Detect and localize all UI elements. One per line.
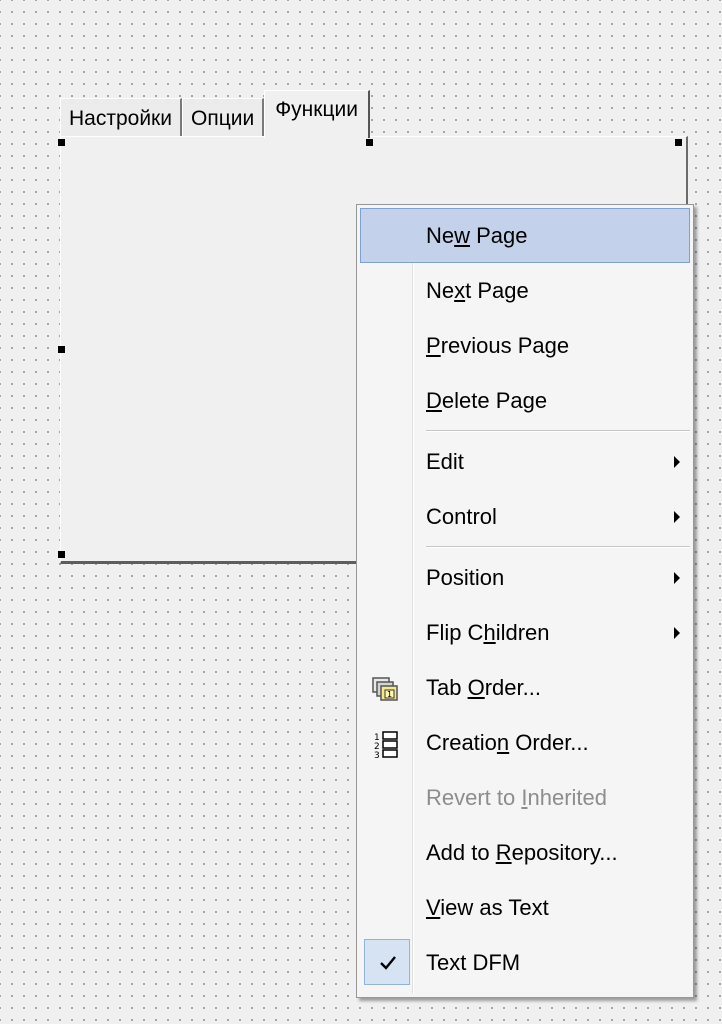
menu-item-label: Creatio [426, 730, 497, 755]
tab-strip: Настройки Опции Функции [60, 88, 370, 138]
menu-item-control[interactable]: Control [360, 489, 690, 544]
menu-item-label: iew as Text [440, 895, 549, 920]
submenu-arrow-icon [674, 571, 680, 584]
menu-item-label: Revert to [426, 785, 522, 810]
tab-nastroiki[interactable]: Настройки [60, 98, 182, 138]
selection-handle-bottom-left[interactable] [58, 551, 65, 558]
menu-item-accelerator: x [454, 278, 466, 303]
menu-item-next-page[interactable]: Next Page [360, 263, 690, 318]
menu-item-label: Position [426, 565, 505, 590]
menu-item-label: ildren [495, 620, 550, 645]
selection-handle-top-left[interactable] [58, 139, 65, 146]
menu-item-view-as-text[interactable]: View as Text [360, 880, 690, 935]
selection-handle-top-center[interactable] [366, 139, 373, 146]
menu-item-label: rder... [484, 675, 541, 700]
menu-item-delete-page[interactable]: Delete Page [360, 373, 690, 428]
menu-item-label: Order... [509, 730, 589, 755]
menu-item-accelerator: O [467, 675, 485, 700]
menu-item-previous-page[interactable]: Previous Page [360, 318, 690, 373]
menu-item-accelerator: R [495, 840, 512, 865]
menu-item-accelerator: V [426, 895, 441, 920]
menu-item-label: revious Page [440, 333, 570, 358]
menu-item-accelerator: D [426, 388, 442, 413]
menu-item-label: Page [470, 223, 528, 248]
submenu-arrow-icon [674, 510, 680, 523]
menu-item-position[interactable]: Position [360, 550, 690, 605]
menu-item-edit[interactable]: Edit [360, 434, 690, 489]
menu-item-accelerator: h [483, 620, 496, 645]
menu-item-label: elete Page [441, 388, 548, 413]
menu-item-label: Flip C [426, 620, 484, 645]
context-menu: New Page Next Page Previous Page Delete … [356, 204, 694, 998]
menu-item-label: t Page [465, 278, 529, 303]
menu-item-creation-order[interactable]: 1 2 3 Creation Order... [360, 715, 690, 770]
selection-handle-top-right[interactable] [675, 139, 682, 146]
submenu-arrow-icon [674, 455, 680, 468]
menu-item-flip-children[interactable]: Flip Children [360, 605, 690, 660]
menu-item-revert-to-inherited[interactable]: Revert to Inherited [360, 770, 690, 825]
menu-item-accelerator: n [496, 730, 510, 755]
checkmark-icon [364, 939, 410, 985]
menu-item-text-dfm[interactable]: Text DFM [360, 935, 690, 990]
tab-order-icon: 1 [370, 671, 402, 703]
menu-item-accelerator: w [454, 223, 471, 248]
menu-item-label: Add to [426, 840, 496, 865]
menu-item-new-page[interactable]: New Page [360, 208, 690, 263]
menu-item-label: Ne [426, 223, 455, 248]
menu-item-label: Control [426, 504, 497, 529]
menu-item-label: epository... [511, 840, 618, 865]
menu-item-label: Tab [426, 675, 468, 700]
menu-item-tab-order[interactable]: 1 Tab Order... [360, 660, 690, 715]
svg-text:3: 3 [374, 751, 380, 761]
tab-funktsii[interactable]: Функции [264, 90, 370, 138]
menu-item-label: Ne [426, 278, 455, 303]
menu-item-label: nherited [527, 785, 608, 810]
svg-text:1: 1 [387, 690, 392, 699]
creation-order-icon: 1 2 3 [370, 726, 402, 761]
menu-item-add-to-repository[interactable]: Add to Repository... [360, 825, 690, 880]
selection-handle-middle-left[interactable] [58, 346, 65, 353]
menu-item-label: Edit [426, 449, 464, 474]
submenu-arrow-icon [674, 626, 680, 639]
menu-item-accelerator: P [426, 333, 441, 358]
tab-optsii[interactable]: Опции [181, 98, 265, 138]
menu-item-label: Text DFM [426, 950, 521, 975]
